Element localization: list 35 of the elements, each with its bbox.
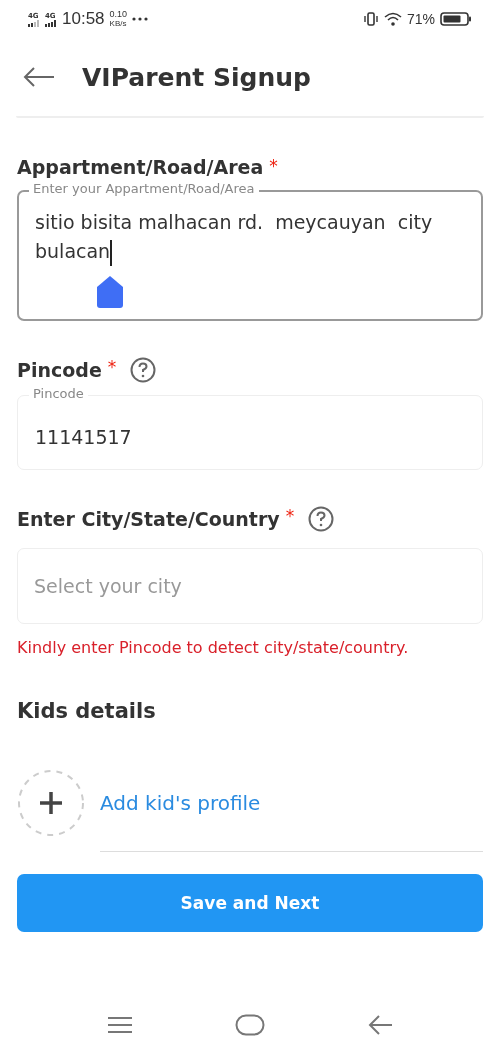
signal-icon <box>45 19 57 27</box>
field-label: Appartment/Road/Area <box>17 156 264 178</box>
battery-icon <box>440 12 472 26</box>
field-value: 11141517 <box>35 425 133 450</box>
more-icon <box>132 17 149 21</box>
back-button[interactable] <box>22 67 56 87</box>
required-mark: * <box>107 357 117 377</box>
cursor-handle-icon[interactable] <box>97 276 123 308</box>
add-icon[interactable] <box>17 769 85 837</box>
required-mark: * <box>285 506 295 526</box>
battery-percent: 71% <box>406 11 435 27</box>
page-title: VIParent Signup <box>82 62 311 92</box>
speed-value: 0.10 <box>109 9 128 19</box>
home-icon[interactable] <box>235 1014 265 1036</box>
error-message: Kindly enter Pincode to detect city/state/country. <box>17 638 410 657</box>
menu-icon[interactable] <box>107 1016 133 1034</box>
city-field[interactable]: Select your city <box>17 548 483 624</box>
field-value: bulacan <box>35 237 465 266</box>
speed-unit: KB/s <box>109 19 128 29</box>
back-icon[interactable] <box>367 1014 393 1036</box>
help-icon[interactable] <box>130 357 157 383</box>
help-icon[interactable] <box>308 506 335 532</box>
signal-icon <box>28 19 40 27</box>
pincode-field[interactable]: Pincode 11141517 <box>17 386 483 470</box>
floating-label: Enter your Appartment/Road/Area <box>29 181 259 197</box>
section-title: Kids details <box>17 699 157 723</box>
field-label: Pincode <box>17 359 102 381</box>
add-profile-link[interactable]: Add kid's profile <box>100 791 261 815</box>
required-mark: * <box>269 156 278 176</box>
field-label: Enter City/State/Country <box>17 508 280 530</box>
field-value: sitio bisita malhacan rd. meycauyan city <box>35 210 434 235</box>
address-field[interactable]: Enter your Appartment/Road/Area sitio bisita malhacan rd. meycauyan city bulacan <box>17 181 483 321</box>
vibrate-icon <box>362 12 379 26</box>
clock-time: 10:58 <box>62 9 105 29</box>
wifi-icon <box>383 12 402 26</box>
